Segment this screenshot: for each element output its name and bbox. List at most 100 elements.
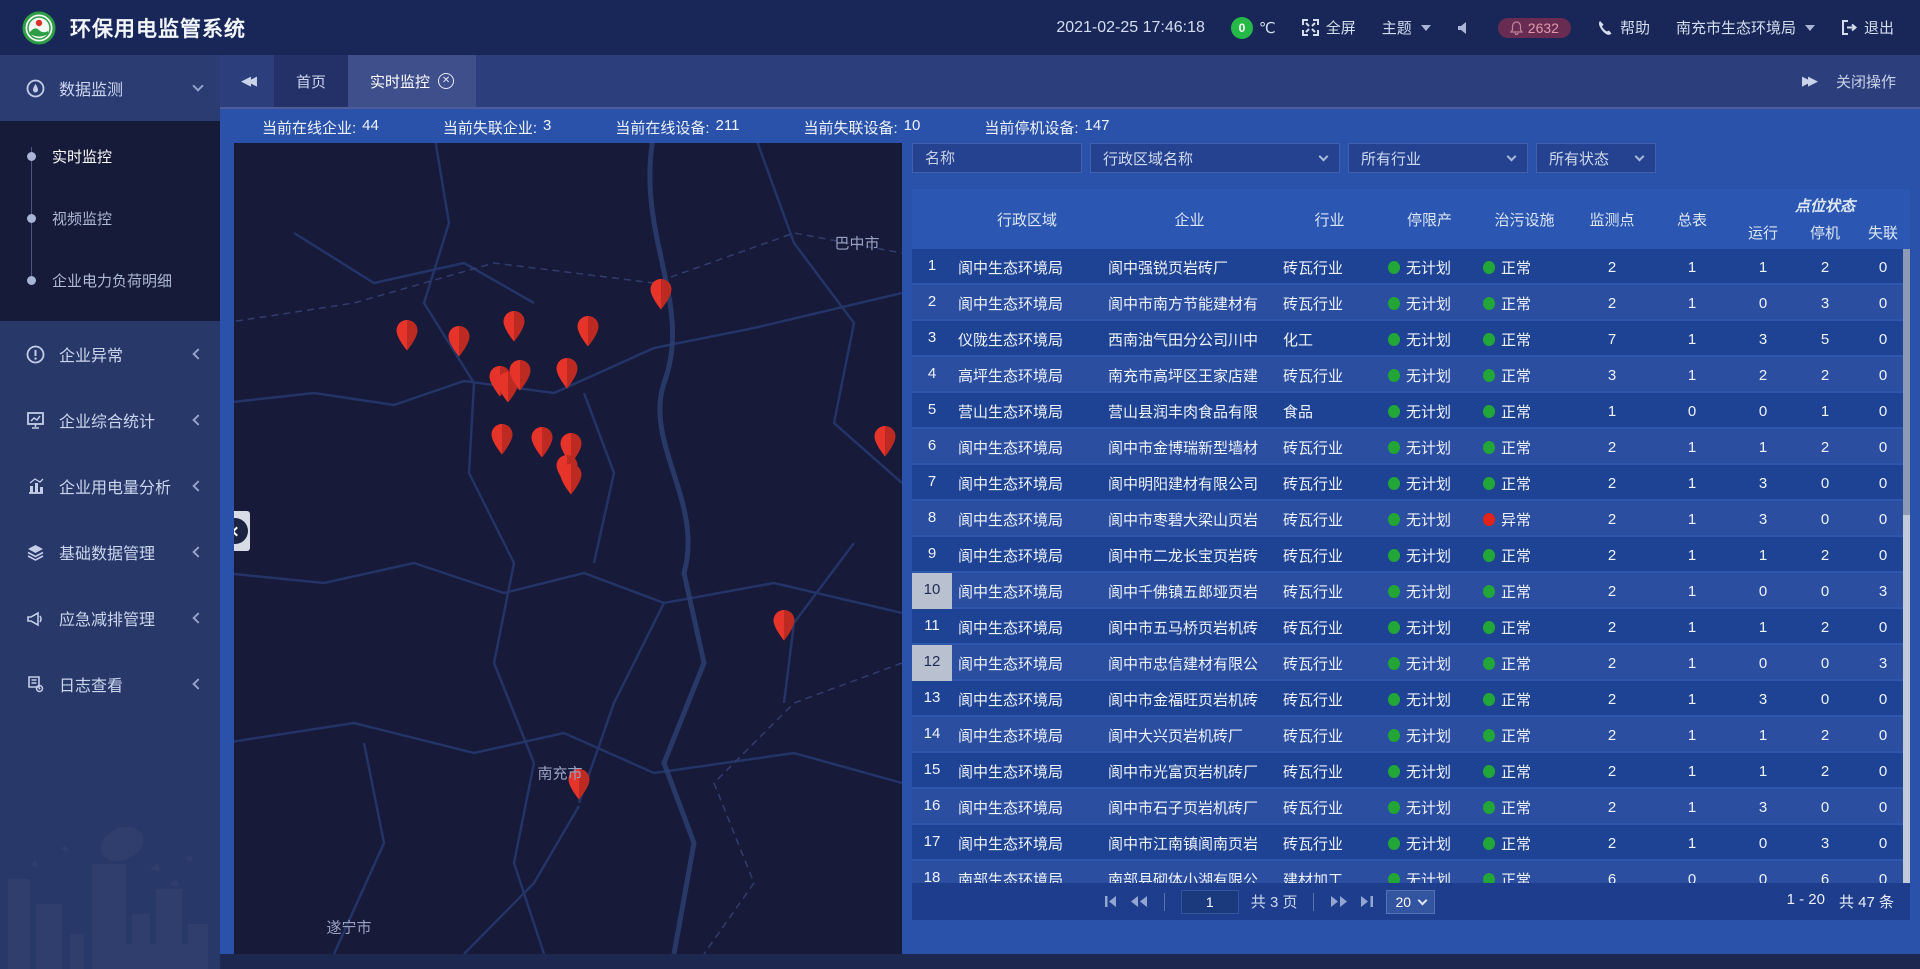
page-number-input[interactable] <box>1181 890 1239 914</box>
map-pin[interactable] <box>648 278 675 316</box>
table-row[interactable]: 8 阆中生态环境局 阆中市枣碧大梁山页岩 砖瓦行业 无计划 异常 2 <box>912 501 1910 537</box>
table-row[interactable]: 17 阆中生态环境局 阆中市江南镇阆南页岩 砖瓦行业 无计划 正常 2 <box>912 825 1910 861</box>
tabs-scroll-left-button[interactable]: ◀◀ <box>220 55 274 107</box>
table-row[interactable]: 9 阆中生态环境局 阆中市二龙长宝页岩砖 砖瓦行业 无计划 正常 2 <box>912 537 1910 573</box>
sidebar-item-power-load-detail[interactable]: 企业电力负荷明细 <box>0 249 220 311</box>
sound-toggle[interactable] <box>1457 21 1472 35</box>
table-row[interactable]: 12 阆中生态环境局 阆中市忠信建材有限公 砖瓦行业 无计划 正常 2 <box>912 645 1910 681</box>
map-pin[interactable] <box>507 359 534 397</box>
name-search-input[interactable] <box>912 143 1082 173</box>
tab-realtime-monitoring[interactable]: 实时监控 ✕ <box>348 55 476 107</box>
cell-limit-status: 无计划 <box>1382 401 1477 422</box>
map-pin[interactable] <box>394 319 421 357</box>
cell-offline: 0 <box>1856 727 1910 744</box>
sidebar-item-video-monitoring[interactable]: 视频监控 <box>0 187 220 249</box>
prev-page-button[interactable] <box>1130 895 1148 908</box>
sidebar-submenu: 实时监控 视频监控 企业电力负荷明细 <box>0 121 220 321</box>
industry-select[interactable]: 所有行业 <box>1348 143 1528 173</box>
cell-region: 高坪生态环境局 <box>952 365 1102 386</box>
cell-company: 阆中明阳建材有限公司 <box>1102 473 1277 494</box>
theme-dropdown[interactable]: 主题 <box>1382 17 1431 38</box>
table-row[interactable]: 13 阆中生态环境局 阆中市金福旺页岩机砖 砖瓦行业 无计划 正常 2 <box>912 681 1910 717</box>
cell-region: 阆中生态环境局 <box>952 473 1102 494</box>
table-row[interactable]: 1 阆中生态环境局 阆中强锐页岩砖厂 砖瓦行业 无计划 正常 2 <box>912 249 1910 285</box>
map-pin[interactable] <box>529 426 556 464</box>
table-scrollbar[interactable] <box>1903 249 1910 883</box>
cell-points: 2 <box>1572 763 1652 780</box>
cell-region: 仪陇生态环境局 <box>952 329 1102 350</box>
cell-stop: 2 <box>1794 439 1856 456</box>
tab-home[interactable]: 首页 <box>274 55 348 107</box>
scrollbar-thumb[interactable] <box>1903 249 1910 515</box>
sidebar-item-enterprise-abnormal[interactable]: 企业异常 <box>0 321 220 387</box>
map-collapse-button[interactable] <box>234 511 250 551</box>
cell-industry: 砖瓦行业 <box>1277 293 1382 314</box>
sidebar-item-power-analysis[interactable]: 企业用电量分析 <box>0 453 220 519</box>
notification-badge[interactable]: 2632 <box>1498 18 1571 38</box>
table-row[interactable]: 18 南部生态环境局 南部县砌体小湖有限公 建材加工 无计划 正常 6 <box>912 861 1910 883</box>
cell-points: 2 <box>1572 511 1652 528</box>
sidebar-item-base-data[interactable]: 基础数据管理 <box>0 519 220 585</box>
map-pin[interactable] <box>872 425 899 463</box>
table-row[interactable]: 15 阆中生态环境局 阆中市光富页岩机砖厂 砖瓦行业 无计划 正常 2 <box>912 753 1910 789</box>
cell-offline: 0 <box>1856 835 1910 852</box>
cell-meters: 1 <box>1652 259 1732 276</box>
sidebar-item-emergency-reduction[interactable]: 应急减排管理 <box>0 585 220 651</box>
status-dot <box>1483 837 1495 850</box>
map-pin[interactable] <box>554 357 581 395</box>
page-size-select[interactable]: 20 <box>1386 890 1435 914</box>
cell-row-number: 13 <box>912 681 952 717</box>
last-page-button[interactable] <box>1360 895 1374 908</box>
table-row[interactable]: 5 营山生态环境局 营山县润丰肉食品有限 食品 无计划 正常 1 <box>912 393 1910 429</box>
table-row[interactable]: 4 高坪生态环境局 南充市高坪区王家店建 砖瓦行业 无计划 正常 3 <box>912 357 1910 393</box>
table-row[interactable]: 10 阆中生态环境局 阆中千佛镇五郎垭页岩 砖瓦行业 无计划 正常 2 <box>912 573 1910 609</box>
map-pin[interactable] <box>489 423 516 461</box>
tabs-scroll-right-button[interactable]: ▶▶ <box>1802 73 1814 89</box>
table-row[interactable]: 11 阆中生态环境局 阆中市五马桥页岩机砖 砖瓦行业 无计划 正常 2 <box>912 609 1910 645</box>
sidebar-item-log-view[interactable]: 日志查看 <box>0 651 220 717</box>
map-pin[interactable] <box>501 310 528 348</box>
help-button[interactable]: 帮助 <box>1597 17 1650 38</box>
map-pin[interactable] <box>558 463 585 501</box>
log-document-icon <box>26 675 45 694</box>
next-page-button[interactable] <box>1330 895 1348 908</box>
sidebar-item-enterprise-statistics[interactable]: 企业综合统计 <box>0 387 220 453</box>
sidebar: 数据监测 实时监控 视频监控 企业电力负荷明细 企业异常 企业综合统计 企业用电… <box>0 55 220 969</box>
table-row[interactable]: 14 阆中生态环境局 阆中大兴页岩机砖厂 砖瓦行业 无计划 正常 2 <box>912 717 1910 753</box>
cell-meters: 1 <box>1652 763 1732 780</box>
table-row[interactable]: 6 阆中生态环境局 阆中市金博瑞新型墙材 砖瓦行业 无计划 正常 2 <box>912 429 1910 465</box>
cell-limit-status: 无计划 <box>1382 581 1477 602</box>
table-row[interactable]: 16 阆中生态环境局 阆中市石子页岩机砖厂 砖瓦行业 无计划 正常 2 <box>912 789 1910 825</box>
cell-region: 阆中生态环境局 <box>952 257 1102 278</box>
logout-button[interactable]: 退出 <box>1841 17 1894 38</box>
table-row[interactable]: 3 仪陇生态环境局 西南油气田分公司川中 化工 无计划 正常 7 <box>912 321 1910 357</box>
map-pin[interactable] <box>446 325 473 363</box>
map-pin[interactable] <box>771 609 798 647</box>
cell-run: 0 <box>1732 583 1794 600</box>
cell-facility-status: 正常 <box>1477 689 1572 710</box>
content-area: 当前在线企业: 44 当前失联企业: 3 当前在线设备: 211 当前失联设备:… <box>220 109 1920 954</box>
table-row[interactable]: 7 阆中生态环境局 阆中明阳建材有限公司 砖瓦行业 无计划 正常 2 <box>912 465 1910 501</box>
cell-points: 7 <box>1572 331 1652 348</box>
map-panel[interactable]: 巴中市南充市遂宁市 <box>234 143 902 954</box>
close-operations-button[interactable]: 关闭操作 <box>1836 71 1896 92</box>
cell-run: 0 <box>1732 835 1794 852</box>
map-pin[interactable] <box>575 315 602 353</box>
col-limit: 停限产 <box>1382 209 1477 230</box>
sidebar-item-data-monitoring[interactable]: 数据监测 <box>0 55 220 121</box>
region-select[interactable]: 行政区域名称 <box>1090 143 1340 173</box>
col-offline: 失联 <box>1856 222 1910 243</box>
sidebar-item-realtime-monitoring[interactable]: 实时监控 <box>0 125 220 187</box>
cell-limit-status: 无计划 <box>1382 293 1477 314</box>
fullscreen-button[interactable]: 全屏 <box>1302 17 1356 38</box>
status-item: 当前在线设备: 211 <box>615 117 739 138</box>
cell-company: 阆中市忠信建材有限公 <box>1102 653 1277 674</box>
org-dropdown[interactable]: 南充市生态环境局 <box>1676 17 1815 38</box>
status-select[interactable]: 所有状态 <box>1536 143 1656 173</box>
tab-close-icon[interactable]: ✕ <box>438 73 454 89</box>
first-page-button[interactable] <box>1104 895 1118 908</box>
status-dot-green <box>1388 333 1400 346</box>
cell-facility-status: 正常 <box>1477 653 1572 674</box>
cell-facility-status: 正常 <box>1477 473 1572 494</box>
table-row[interactable]: 2 阆中生态环境局 阆中市南方节能建材有 砖瓦行业 无计划 正常 2 <box>912 285 1910 321</box>
